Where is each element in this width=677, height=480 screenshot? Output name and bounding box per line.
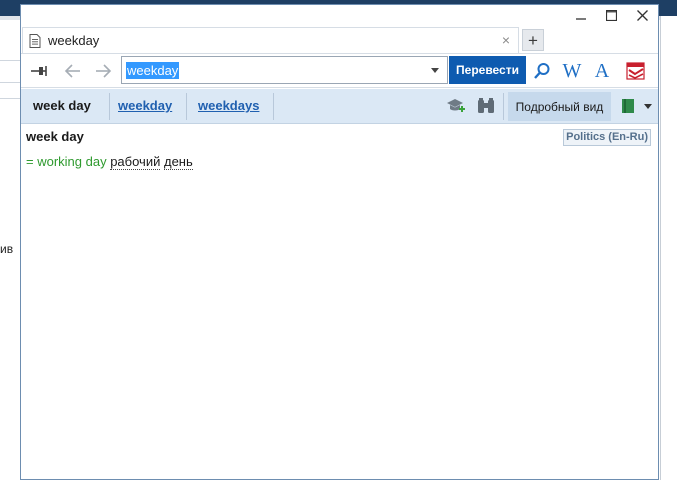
maximize-icon [606, 9, 617, 21]
toolbar: weekday Перевести W A [21, 54, 658, 88]
font-button[interactable]: A [591, 59, 613, 82]
lingvo-button[interactable] [625, 61, 647, 81]
dictionaries-button[interactable] [618, 96, 638, 116]
maximize-button[interactable] [596, 5, 627, 25]
minimize-icon [575, 18, 586, 20]
forward-button[interactable] [91, 60, 115, 82]
background-divider [0, 82, 20, 83]
word-link-weekdays[interactable]: weekdays [198, 98, 259, 113]
dictionaries-dropdown[interactable] [638, 96, 658, 116]
background-app-right-area [660, 0, 677, 480]
font-icon: A [594, 59, 610, 82]
word-divider [503, 93, 504, 120]
window-controls [565, 5, 658, 25]
background-app-right-titlebar [660, 0, 677, 16]
synonym-text[interactable]: = working day [26, 154, 107, 169]
translation-word[interactable]: рабочий [110, 154, 161, 170]
pin-button[interactable] [27, 60, 51, 82]
chevron-down-icon[interactable] [431, 68, 439, 73]
background-divider [0, 60, 20, 61]
translator-window: weekday × + weekday weekday Перевести W … [20, 4, 659, 480]
background-text-fragment: ив [0, 242, 14, 256]
close-button[interactable] [627, 5, 658, 25]
new-tab-button[interactable]: + [522, 29, 544, 51]
word-navigation-bar: week day weekday weekdays Подробный вид [21, 89, 658, 124]
entry-headword: week day [26, 129, 84, 144]
article-content: week day Politics (En-Ru) = working day … [21, 124, 658, 479]
learn-card-icon [447, 99, 465, 112]
word-divider [186, 93, 187, 120]
tab-row: weekday × + [21, 27, 658, 54]
background-divider [0, 98, 20, 99]
pin-icon [31, 66, 47, 76]
back-arrow-icon [64, 64, 80, 78]
find-button[interactable] [476, 96, 496, 116]
chevron-down-icon [644, 103, 652, 109]
binoculars-icon [478, 98, 494, 113]
wikipedia-icon: W [562, 59, 582, 82]
back-button[interactable] [61, 60, 85, 82]
lingvo-logo-icon [626, 62, 645, 80]
tab-weekday[interactable]: weekday × [22, 27, 519, 53]
wikipedia-button[interactable]: W [561, 59, 583, 82]
detailed-view-button[interactable]: Подробный вид [508, 92, 611, 121]
full-text-search-button[interactable] [531, 61, 553, 81]
entry-translation-line: = working day рабочий день [26, 154, 193, 170]
word-link-weekday[interactable]: weekday [118, 98, 172, 113]
tab-title: weekday [48, 33, 100, 48]
close-icon [637, 9, 648, 21]
search-combobox[interactable]: weekday [121, 56, 448, 84]
tab-close-button[interactable]: × [502, 33, 510, 47]
translate-button[interactable]: Перевести [449, 56, 526, 84]
search-icon [534, 63, 550, 79]
word-divider [273, 93, 274, 120]
window-titlebar[interactable] [21, 5, 658, 27]
minimize-button[interactable] [565, 5, 596, 25]
forward-arrow-icon [96, 64, 112, 78]
dictionary-book-icon [622, 99, 634, 113]
add-to-learning-button[interactable] [446, 96, 466, 116]
word-divider [109, 93, 110, 120]
search-selected-text: weekday [126, 62, 180, 79]
dictionary-badge[interactable]: Politics (En-Ru) [563, 129, 651, 146]
translation-word[interactable]: день [163, 154, 193, 170]
document-icon [29, 33, 41, 48]
current-word: week day [33, 98, 91, 113]
